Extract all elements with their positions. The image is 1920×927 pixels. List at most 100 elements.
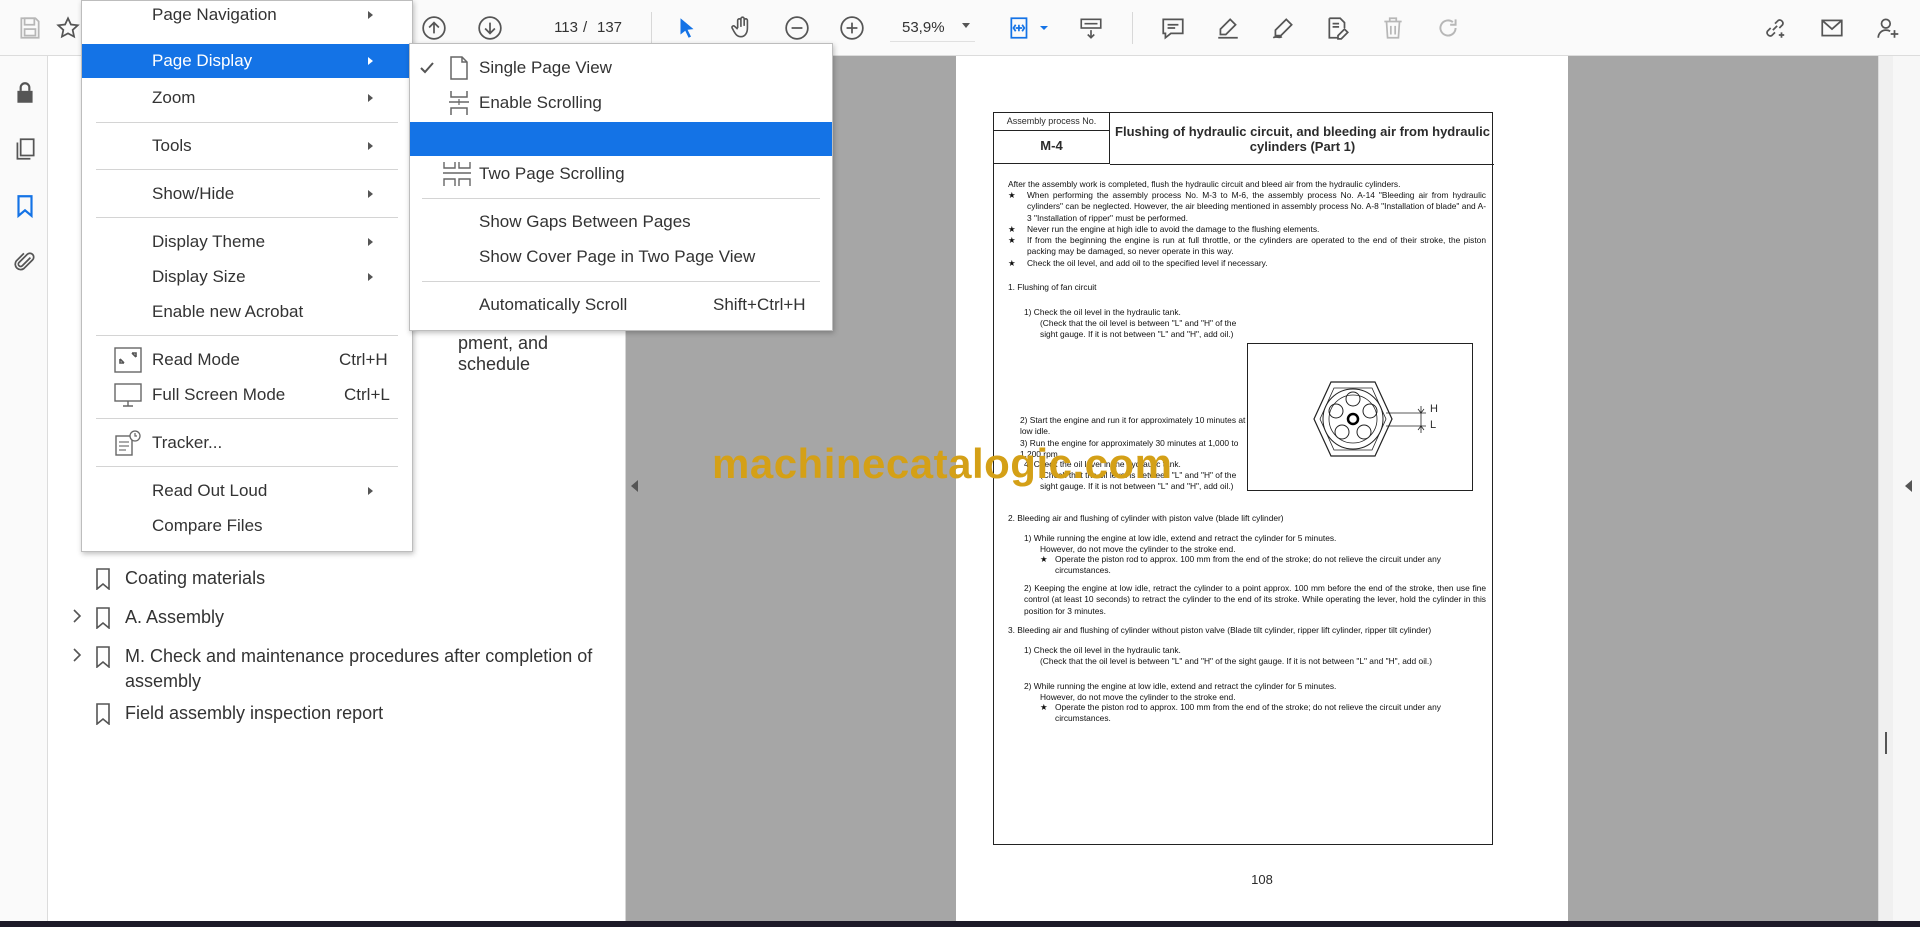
- page-number-input[interactable]: 113: [530, 14, 578, 41]
- menu-item-label: Display Theme: [152, 232, 266, 251]
- step-text: 2) Keeping the engine at low idle, retra…: [1024, 583, 1486, 616]
- bookmark-label: Coating materials: [125, 568, 266, 588]
- menu-item-page-navigation[interactable]: Page Navigation: [82, 0, 412, 32]
- scroll-mode-icon[interactable]: [1075, 12, 1107, 44]
- chevron-right-icon[interactable]: [70, 607, 84, 625]
- sight-gauge-figure: H L: [1247, 343, 1473, 491]
- share-link-icon[interactable]: [1759, 12, 1791, 44]
- menu-item-read-mode[interactable]: Read Mode Ctrl+H: [82, 343, 412, 377]
- menu-item-show-cover-page[interactable]: Show Cover Page in Two Page View: [410, 240, 832, 274]
- bookmark-label[interactable]: pment, and schedule: [458, 333, 625, 375]
- star-icon[interactable]: [52, 12, 84, 44]
- menu-item-zoom[interactable]: Zoom: [82, 81, 412, 115]
- menu-item-label: Two Page Scrolling: [479, 164, 625, 183]
- chevron-right-icon: [368, 273, 373, 281]
- bookmark-icon[interactable]: [8, 189, 42, 223]
- menu-item-show-hide[interactable]: Show/Hide: [82, 177, 412, 211]
- menu-item-enable-new-acrobat[interactable]: Enable new Acrobat: [82, 295, 412, 329]
- toolbar-divider: [1132, 12, 1133, 44]
- zoom-in-icon[interactable]: [836, 12, 868, 44]
- page-thumbnails-icon[interactable]: [8, 132, 42, 166]
- note-star-icon: ★: [1040, 554, 1048, 564]
- page-fit-icon[interactable]: [1004, 12, 1036, 44]
- chevron-right-icon: [368, 57, 373, 65]
- menu-item-label: Single Page View: [479, 58, 612, 77]
- menu-item-shortcut: Ctrl+L: [344, 385, 390, 404]
- menu-item-automatically-scroll[interactable]: Automatically Scroll Shift+Ctrl+H: [410, 288, 832, 322]
- chevron-right-icon: [368, 487, 373, 495]
- menu-item-show-gaps[interactable]: Show Gaps Between Pages: [410, 205, 832, 239]
- menu-item-tools[interactable]: Tools: [82, 129, 412, 163]
- vertical-scrollbar[interactable]: [1878, 56, 1893, 921]
- zoom-out-icon[interactable]: [781, 12, 813, 44]
- previous-page-icon[interactable]: [418, 12, 450, 44]
- menu-item-label: Tracker...: [152, 433, 223, 452]
- menu-item-display-theme[interactable]: Display Theme: [82, 225, 412, 259]
- page-fit-dropdown-icon[interactable]: [1038, 12, 1050, 44]
- bookmark-icon: [96, 607, 110, 629]
- page-separator: /: [583, 19, 588, 36]
- chevron-right-icon[interactable]: [70, 646, 84, 664]
- menu-item-display-size[interactable]: Display Size: [82, 260, 412, 294]
- menu-item-tracker[interactable]: Tracker...: [82, 426, 412, 460]
- hand-tool-icon[interactable]: [726, 12, 758, 44]
- chevron-down-icon[interactable]: [962, 23, 970, 28]
- toolbar-divider: [651, 12, 652, 44]
- bookmark-icon: [96, 646, 110, 668]
- menu-item-two-page-scrolling[interactable]: Two Page Scrolling: [410, 157, 832, 191]
- note-star-icon: ★: [1040, 702, 1048, 712]
- menu-item-single-page-view[interactable]: Single Page View: [410, 51, 832, 85]
- menu-item-read-out-loud[interactable]: Read Out Loud: [82, 474, 412, 508]
- menu-item-highlighted[interactable]: [410, 122, 832, 156]
- step-text: (Check that the oil level is between "L"…: [1040, 318, 1237, 340]
- bookmark-label: A. Assembly: [125, 607, 225, 627]
- scrollbar-thumb[interactable]: [1885, 732, 1887, 754]
- note-star-icon: ★: [1008, 258, 1016, 268]
- menu-item-label: Read Mode: [152, 350, 240, 369]
- step-text: 2) Start the engine and run it for appro…: [1020, 415, 1246, 437]
- read-mode-icon: [114, 347, 142, 373]
- menu-divider: [96, 466, 398, 467]
- bookmark-label: M. Check and maintenance procedures afte…: [125, 646, 593, 691]
- lock-icon[interactable]: [8, 76, 42, 110]
- watermark: machinecatalogic.com: [712, 440, 1173, 487]
- menu-divider: [422, 198, 820, 199]
- collapse-panel-icon[interactable]: [631, 480, 638, 492]
- menu-item-enable-scrolling[interactable]: Enable Scrolling: [410, 86, 832, 120]
- highlight-icon[interactable]: [1212, 12, 1244, 44]
- select-tool-icon[interactable]: [671, 12, 703, 44]
- bookmark-icon: [96, 568, 110, 590]
- email-icon[interactable]: [1816, 12, 1848, 44]
- menu-item-full-screen-mode[interactable]: Full Screen Mode Ctrl+L: [82, 378, 412, 412]
- expand-right-panel-icon[interactable]: [1905, 480, 1912, 492]
- comment-icon[interactable]: [1157, 12, 1189, 44]
- left-navigation-rail: [0, 56, 48, 921]
- note-text: If from the beginning the engine is run …: [1027, 235, 1486, 257]
- check-icon: [420, 62, 434, 74]
- redo-icon[interactable]: [1432, 12, 1464, 44]
- save-icon[interactable]: [14, 12, 46, 44]
- note-star-icon: ★: [1008, 224, 1016, 234]
- delete-icon[interactable]: [1377, 12, 1409, 44]
- menu-item-page-display[interactable]: Page Display: [82, 44, 412, 78]
- next-page-icon[interactable]: [474, 12, 506, 44]
- chevron-right-icon: [368, 94, 373, 102]
- taskbar-strip: [0, 921, 1920, 927]
- note-text: When performing the assembly process No.…: [1027, 190, 1486, 223]
- menu-item-label: Enable Scrolling: [479, 93, 602, 112]
- attachment-icon[interactable]: [8, 245, 42, 279]
- add-user-icon[interactable]: [1872, 12, 1904, 44]
- header-cell: Assembly process No. M-4: [994, 113, 1110, 164]
- note-text: Operate the piston rod to approx. 100 mm…: [1055, 702, 1441, 724]
- edit-text-icon[interactable]: [1322, 12, 1354, 44]
- note-star-icon: ★: [1008, 190, 1016, 200]
- scrolling-icon: [449, 91, 469, 115]
- chevron-right-icon: [368, 190, 373, 198]
- menu-item-label: Enable new Acrobat: [152, 302, 304, 321]
- menu-divider: [96, 122, 398, 123]
- menu-item-compare-files[interactable]: Compare Files: [82, 509, 412, 543]
- view-menu: Page Navigation Page Display Zoom Tools …: [81, 0, 413, 552]
- intro-text: After the assembly work is completed, fl…: [1008, 179, 1401, 189]
- draw-icon[interactable]: [1267, 12, 1299, 44]
- gauge-high-label: H: [1430, 403, 1438, 415]
